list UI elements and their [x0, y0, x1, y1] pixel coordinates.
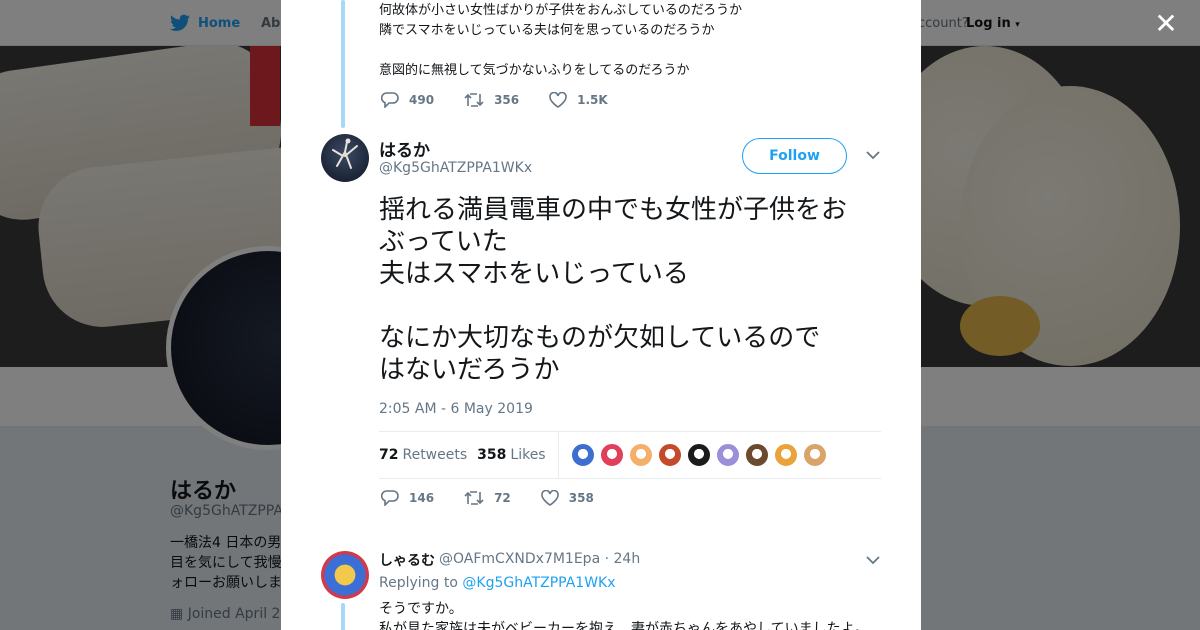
main-tweet-text: 揺れる満員電車の中でも女性が子供をお ぶっていた 夫はスマホをいじっている なに…: [379, 194, 889, 386]
reply-count: 490: [409, 93, 435, 107]
reply-count: 146: [409, 491, 435, 505]
liker-avatar[interactable]: [715, 443, 740, 467]
liker-avatar[interactable]: [773, 443, 798, 467]
main-tweet-author-name[interactable]: はるか: [379, 136, 430, 161]
like-count: 358: [568, 491, 594, 505]
liker-avatar[interactable]: [570, 443, 595, 467]
replying-to-prefix: Replying to: [379, 575, 458, 591]
tweet-line: 意図的に無視して気づかないふりをしてるのだろうか: [379, 63, 690, 78]
tweet-line: 私が見た家族は夫がベビーカーを抱え、妻が赤ちゃんをあやしていましたよ。: [379, 621, 869, 630]
liker-avatar[interactable]: [657, 443, 682, 467]
chevron-down-icon[interactable]: [866, 553, 880, 569]
follow-button[interactable]: Follow: [742, 138, 847, 174]
tweet-permalink-modal: 何故体が小さい女性ばかりが子供をおんぶしているのだろうか 隣でスマホをいじってい…: [281, 0, 921, 630]
reply-icon: [381, 92, 399, 108]
reply-author-avatar[interactable]: [321, 551, 369, 599]
liker-avatar[interactable]: [744, 443, 769, 467]
heart-icon: [549, 92, 567, 108]
retweet-icon: [464, 93, 484, 107]
replying-to-link[interactable]: @Kg5GhATZPPA1WKx: [462, 575, 615, 591]
liker-avatar[interactable]: [628, 443, 653, 467]
reply-author-name[interactable]: しゃるむ: [379, 550, 435, 570]
previous-tweet-text: 何故体が小さい女性ばかりが子供をおんぶしているのだろうか 隣でスマホをいじってい…: [379, 1, 742, 81]
heart-icon: [540, 490, 559, 506]
tweet-timestamp[interactable]: 2:05 AM - 6 May 2019: [379, 401, 533, 417]
like-count: 1.5K: [577, 93, 608, 107]
tweet-line: はないだろうか: [379, 355, 560, 385]
likes-stat-count: 358: [477, 447, 507, 463]
likes-stat-label: Likes: [510, 447, 546, 463]
likes-stat[interactable]: 358 Likes: [477, 447, 545, 463]
like-button[interactable]: 358: [540, 490, 594, 506]
main-tweet-author-handle[interactable]: @Kg5GhATZPPA1WKx: [379, 160, 532, 176]
tweet-line: 揺れる満員電車の中でも女性が子供をお: [379, 195, 848, 225]
replying-to-line: Replying to @Kg5GhATZPPA1WKx: [379, 575, 616, 591]
reply-author-handle[interactable]: @OAFmCXNDx7M1Epa · 24h: [439, 551, 640, 567]
retweet-count: 72: [494, 491, 511, 505]
retweets-stat-count: 72: [379, 447, 399, 463]
tweet-line: 夫はスマホをいじっている: [379, 259, 689, 289]
tweet-stats: 72 Retweets 358 Likes: [379, 431, 881, 479]
retweet-count: 356: [494, 93, 520, 107]
main-tweet-avatar[interactable]: [321, 134, 369, 182]
dancer-silhouette-icon: [332, 138, 358, 169]
retweets-stat-label: Retweets: [402, 447, 468, 463]
chevron-down-icon[interactable]: [866, 148, 880, 164]
thread-line: [341, 0, 345, 128]
tweet-line: [379, 41, 742, 61]
reply-text: そうですか。 私が見た家族は夫がベビーカーを抱え、妻が赤ちゃんをあやしていました…: [379, 599, 869, 630]
liker-avatar[interactable]: [686, 443, 711, 467]
like-button[interactable]: 1.5K: [549, 92, 608, 108]
reply-icon: [381, 490, 399, 506]
retweet-icon: [464, 491, 484, 505]
thread-line: [341, 603, 345, 630]
tweet-line: そうですか。: [379, 601, 463, 617]
retweets-stat[interactable]: 72 Retweets: [379, 447, 467, 463]
tweet-line: 何故体が小さい女性ばかりが子供をおんぶしているのだろうか: [379, 3, 743, 18]
liker-avatar[interactable]: [802, 443, 827, 467]
stats-divider: [557, 431, 559, 479]
retweet-button[interactable]: 356: [464, 92, 519, 108]
tweet-line: 隣でスマホをいじっている夫は何を思っているのだろうか: [379, 23, 715, 38]
liker-avatars: [570, 443, 832, 467]
tweet-line: [379, 290, 889, 322]
previous-tweet-actions: 490 356 1.5K: [381, 92, 638, 108]
main-tweet-actions: 146 72 358: [381, 490, 624, 506]
tweet-line: なにか大切なものが欠如しているので: [379, 323, 821, 353]
retweet-button[interactable]: 72: [464, 490, 511, 506]
reply-button[interactable]: 146: [381, 490, 434, 506]
tweet-line: ぶっていた: [379, 227, 508, 257]
liker-avatar[interactable]: [599, 443, 624, 467]
reply-button[interactable]: 490: [381, 92, 434, 108]
close-icon[interactable]: ✕: [1154, 10, 1178, 38]
